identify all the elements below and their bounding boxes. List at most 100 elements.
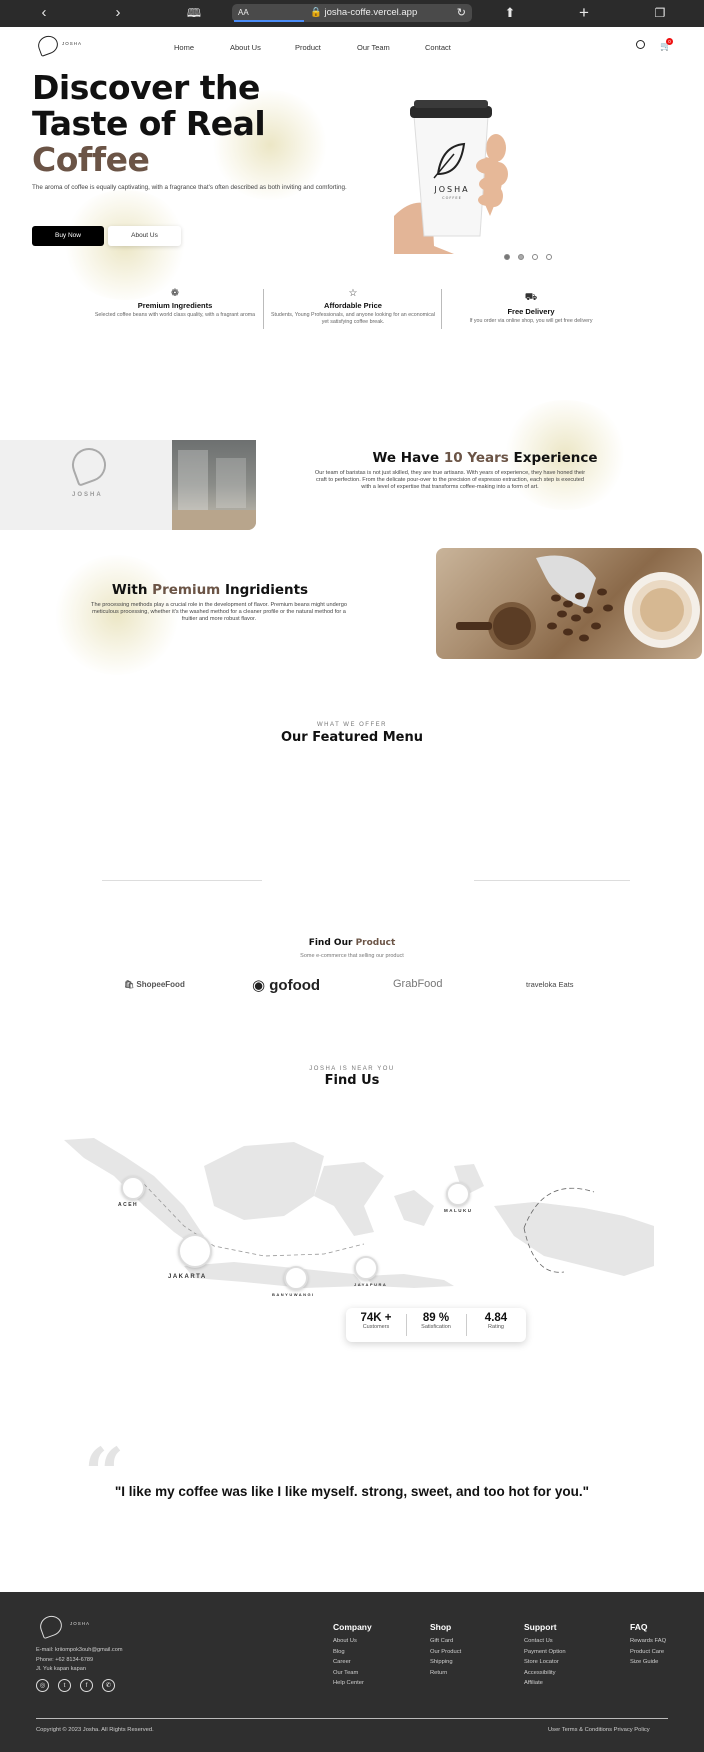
cart-badge: 0: [666, 38, 673, 45]
copyright: Copyright © 2023 Josha. All Rights Reser…: [36, 1727, 154, 1733]
product-title: Find Our Product: [308, 938, 396, 948]
address-bar[interactable]: AA 🔒 josha-coffe.vercel.app ↻: [232, 4, 472, 22]
footer-link[interactable]: Affiliate: [524, 1678, 566, 1689]
forward-icon[interactable]: ›: [108, 4, 128, 22]
carousel-dot[interactable]: [546, 254, 552, 260]
legal-links[interactable]: User Terms & Conditions Privacy Policy: [548, 1727, 650, 1733]
search-icon[interactable]: [636, 40, 645, 49]
footer-link[interactable]: Payment Option: [524, 1647, 566, 1658]
footer-link[interactable]: Blog: [333, 1647, 372, 1658]
footer-link[interactable]: Rewards FAQ: [630, 1636, 666, 1647]
nav-team[interactable]: Our Team: [357, 43, 390, 52]
findus-title: Find Us: [324, 1073, 380, 1088]
experience-description: Our team of baristas is not just skilled…: [314, 470, 586, 490]
stat-satisfaction: 89 % Satisfication: [421, 1312, 451, 1330]
footer-col-company: Company About Us Blog Career Our Team He…: [333, 1622, 372, 1689]
footer-link[interactable]: Shipping: [430, 1657, 461, 1668]
carousel-dot[interactable]: [532, 254, 538, 260]
logo-mark: [35, 33, 61, 57]
location-pin-jayapura[interactable]: [354, 1256, 378, 1280]
footer-link[interactable]: Return: [430, 1668, 461, 1679]
share-icon[interactable]: ⬆: [500, 4, 520, 22]
nav-home[interactable]: Home: [174, 43, 194, 52]
award-icon: ❁: [170, 288, 180, 299]
svg-text:COFFEE: COFFEE: [442, 196, 462, 200]
footer-link[interactable]: Our Team: [333, 1668, 372, 1679]
footer-link[interactable]: Gift Card: [430, 1636, 461, 1647]
carousel-dots: [504, 247, 560, 265]
location-pin-jakarta[interactable]: [178, 1234, 212, 1268]
footer-address: Jl. Yuk kapan kapan: [36, 1666, 86, 1672]
facebook-icon[interactable]: f: [80, 1679, 93, 1692]
about-us-button[interactable]: About Us: [108, 226, 181, 246]
footer-col-support: Support Contact Us Payment Option Store …: [524, 1622, 566, 1689]
partner-traveloka[interactable]: traveloka Eats: [526, 980, 574, 989]
menu-card-edge: [102, 880, 262, 881]
coffee-beans-image: [436, 548, 702, 659]
feature-delivery: ⛟ Free Delivery If you order via online …: [446, 292, 616, 325]
partner-gofood[interactable]: ◉ gofood: [252, 976, 320, 994]
footer-divider: [36, 1718, 668, 1719]
footer-logo-text: JOSHA: [70, 1621, 91, 1626]
stats-card: 74K + Customers 89 % Satisfication 4.84 …: [346, 1308, 526, 1342]
footer-contact: E-mail: kriiompok3ouh@gmail.com Phone: +…: [36, 1646, 123, 1675]
site-logo[interactable]: [35, 33, 61, 57]
footer-link[interactable]: Career: [333, 1657, 372, 1668]
footer-link[interactable]: Accessibility: [524, 1668, 566, 1679]
url-text: 🔒 josha-coffe.vercel.app: [310, 7, 418, 18]
hero-cup-image: JOSHA COFFEE: [394, 96, 518, 254]
footer-link[interactable]: Store Locator: [524, 1657, 566, 1668]
back-icon[interactable]: ‹: [34, 4, 54, 22]
footer-email[interactable]: E-mail: kriiompok3ouh@gmail.com: [36, 1646, 123, 1656]
star-icon: ☆: [348, 288, 358, 299]
findus-eyebrow: JOSHA IS NEAR YOU: [309, 1066, 395, 1072]
logo-text: JOSHA: [62, 41, 83, 46]
logo-mark: [67, 443, 111, 487]
partner-shopeefood[interactable]: 🛍 ShopeeFood: [124, 980, 185, 989]
indonesia-map: ACEH JAKARTA BANYUWANGI JAYAPURA MALUKU: [64, 1136, 654, 1336]
buy-now-button[interactable]: Buy Now: [32, 226, 104, 246]
partner-grabfood[interactable]: GrabFood: [393, 978, 443, 990]
stat-rating: 4.84 Rating: [484, 1312, 508, 1330]
divider: [466, 1314, 467, 1336]
nav-product[interactable]: Product: [295, 43, 321, 52]
new-tab-icon[interactable]: +: [574, 4, 594, 22]
footer-link[interactable]: Our Product: [430, 1647, 461, 1658]
twitter-icon[interactable]: t: [58, 1679, 71, 1692]
carousel-dot[interactable]: [518, 254, 524, 260]
experience-title: We Have 10 Years Experience: [372, 450, 598, 466]
divider: [263, 289, 264, 329]
experience-image: JOSHA: [0, 440, 256, 530]
carousel-dot[interactable]: [504, 254, 510, 260]
stat-customers: 74K + Customers: [360, 1312, 392, 1330]
tabs-icon[interactable]: ❐: [650, 4, 670, 22]
whatsapp-icon[interactable]: ✆: [102, 1679, 115, 1692]
footer-link[interactable]: Help Center: [333, 1678, 372, 1689]
footer-link[interactable]: Size Guide: [630, 1657, 666, 1668]
bookmarks-icon[interactable]: 🕮: [184, 4, 204, 22]
divider: [441, 289, 442, 329]
footer-link[interactable]: Contact Us: [524, 1636, 566, 1647]
reload-icon[interactable]: ↻: [457, 4, 466, 22]
location-pin-banyuwangi[interactable]: [284, 1266, 308, 1290]
divider: [406, 1314, 407, 1336]
location-pin-maluku[interactable]: [446, 1182, 470, 1206]
nav-contact[interactable]: Contact: [425, 43, 451, 52]
footer-link[interactable]: Product Care: [630, 1647, 666, 1658]
cafe-photo: [172, 440, 256, 530]
nav-about[interactable]: About Us: [230, 43, 261, 52]
product-subtitle: Some e-commerce that selling our product: [300, 953, 404, 959]
menu-eyebrow: WHAT WE OFFER: [317, 722, 387, 728]
truck-icon: ⛟: [524, 292, 538, 303]
footer-link[interactable]: About Us: [333, 1636, 372, 1647]
hero-description: The aroma of coffee is equally captivati…: [32, 184, 347, 191]
feature-premium: ❁ Premium Ingredients Selected coffee be…: [90, 288, 260, 319]
testimonial-quote: "I like my coffee was like I like myself…: [114, 1484, 590, 1499]
footer-col-shop: Shop Gift Card Our Product Shipping Retu…: [430, 1622, 461, 1678]
ingredients-description: The processing methods play a crucial ro…: [91, 602, 347, 622]
location-pin-aceh[interactable]: [121, 1176, 145, 1200]
hero-title: Discover the Taste of Real Coffee: [32, 68, 266, 179]
footer-phone: Phone: +62 8134-6789: [36, 1656, 94, 1663]
menu-card-edge: [474, 880, 630, 881]
instagram-icon[interactable]: ◎: [36, 1679, 49, 1692]
